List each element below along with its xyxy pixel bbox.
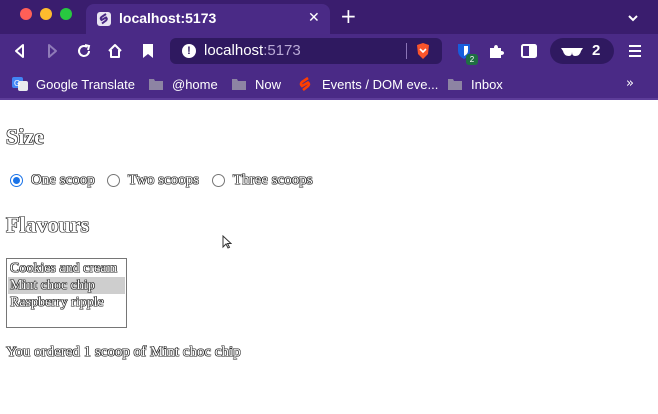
- private-windows-button[interactable]: 2: [550, 38, 614, 64]
- active-tab[interactable]: localhost:5173 ✕: [86, 4, 330, 34]
- radio-label: Three scoops: [233, 172, 313, 188]
- sidebar-icon[interactable]: [520, 42, 538, 60]
- flavour-option-raspberry-ripple[interactable]: Raspberry ripple: [8, 294, 125, 311]
- flavours-listbox[interactable]: Cookies and cream Mint choc chip Raspber…: [6, 258, 127, 328]
- bookmark-icon[interactable]: [140, 43, 156, 59]
- minimize-window-button[interactable]: [40, 8, 52, 20]
- menu-icon[interactable]: [626, 42, 644, 60]
- address-bar[interactable]: ! localhost:5173: [170, 38, 442, 64]
- bookmark-label: @home: [172, 76, 218, 92]
- back-icon[interactable]: [12, 43, 28, 59]
- bookmark-home[interactable]: @home: [148, 75, 218, 93]
- flavour-option-cookies-and-cream[interactable]: Cookies and cream: [8, 260, 125, 277]
- radio-label: One scoop: [31, 172, 95, 188]
- radio-one-scoop[interactable]: One scoop: [10, 172, 95, 189]
- bookmark-label: Google Translate: [36, 76, 136, 92]
- address-divider: [406, 43, 407, 59]
- forward-icon[interactable]: [44, 43, 60, 59]
- private-glasses-icon: [560, 44, 584, 58]
- bookmark-label: Inbox: [471, 76, 503, 92]
- folder-icon: [231, 77, 247, 91]
- radio-button[interactable]: [212, 174, 225, 187]
- extension-badge: 2: [466, 54, 478, 65]
- address-text[interactable]: localhost:5173: [204, 42, 301, 59]
- bookmarks-bar: G Google Translate @home Now Events / DO…: [0, 68, 658, 100]
- reload-icon[interactable]: [76, 43, 92, 59]
- size-heading: Size: [6, 124, 44, 149]
- radio-three-scoops[interactable]: Three scoops: [212, 172, 313, 189]
- bookmark-google-translate[interactable]: G Google Translate: [12, 75, 135, 93]
- radio-button[interactable]: [10, 174, 23, 187]
- extensions-puzzle-icon[interactable]: [487, 42, 505, 60]
- page-content: Size One scoop Two scoops Three scoops F…: [0, 102, 658, 414]
- chevron-down-icon[interactable]: [626, 10, 640, 24]
- bookmark-label: Events / DOM eve...: [322, 76, 439, 92]
- google-translate-icon: G: [12, 77, 28, 91]
- radio-label: Two scoops: [128, 172, 200, 188]
- bookmark-events-dom[interactable]: Events / DOM eve...: [298, 75, 438, 93]
- bookmark-inbox[interactable]: Inbox: [447, 75, 503, 93]
- home-icon[interactable]: [107, 43, 123, 59]
- bookmarks-overflow-icon[interactable]: »: [626, 76, 634, 91]
- svelte-favicon-icon: [97, 12, 111, 26]
- folder-icon: [148, 77, 164, 91]
- zoom-window-button[interactable]: [60, 8, 72, 20]
- flavours-heading: Flavours: [6, 212, 90, 237]
- svg-text:G: G: [14, 79, 20, 88]
- new-tab-button[interactable]: +: [340, 6, 357, 26]
- bookmark-label: Now: [255, 76, 282, 92]
- bookmark-now[interactable]: Now: [231, 75, 281, 93]
- close-window-button[interactable]: [20, 8, 32, 20]
- brave-shields-icon[interactable]: [414, 42, 432, 60]
- radio-button[interactable]: [107, 174, 120, 187]
- site-info-icon[interactable]: !: [182, 44, 196, 58]
- folder-icon: [447, 77, 463, 91]
- radio-two-scoops[interactable]: Two scoops: [107, 172, 199, 189]
- tab-close-icon[interactable]: ✕: [308, 10, 320, 26]
- order-summary: You ordered 1 scoop of Mint choc chip: [6, 344, 241, 360]
- svelte-icon: [298, 77, 314, 91]
- flavour-option-mint-choc-chip[interactable]: Mint choc chip: [8, 277, 125, 294]
- tab-bar: localhost:5173 ✕ +: [0, 0, 658, 34]
- mouse-cursor-icon: [222, 234, 233, 249]
- private-windows-count: 2: [592, 42, 601, 59]
- tab-title: localhost:5173: [119, 10, 217, 26]
